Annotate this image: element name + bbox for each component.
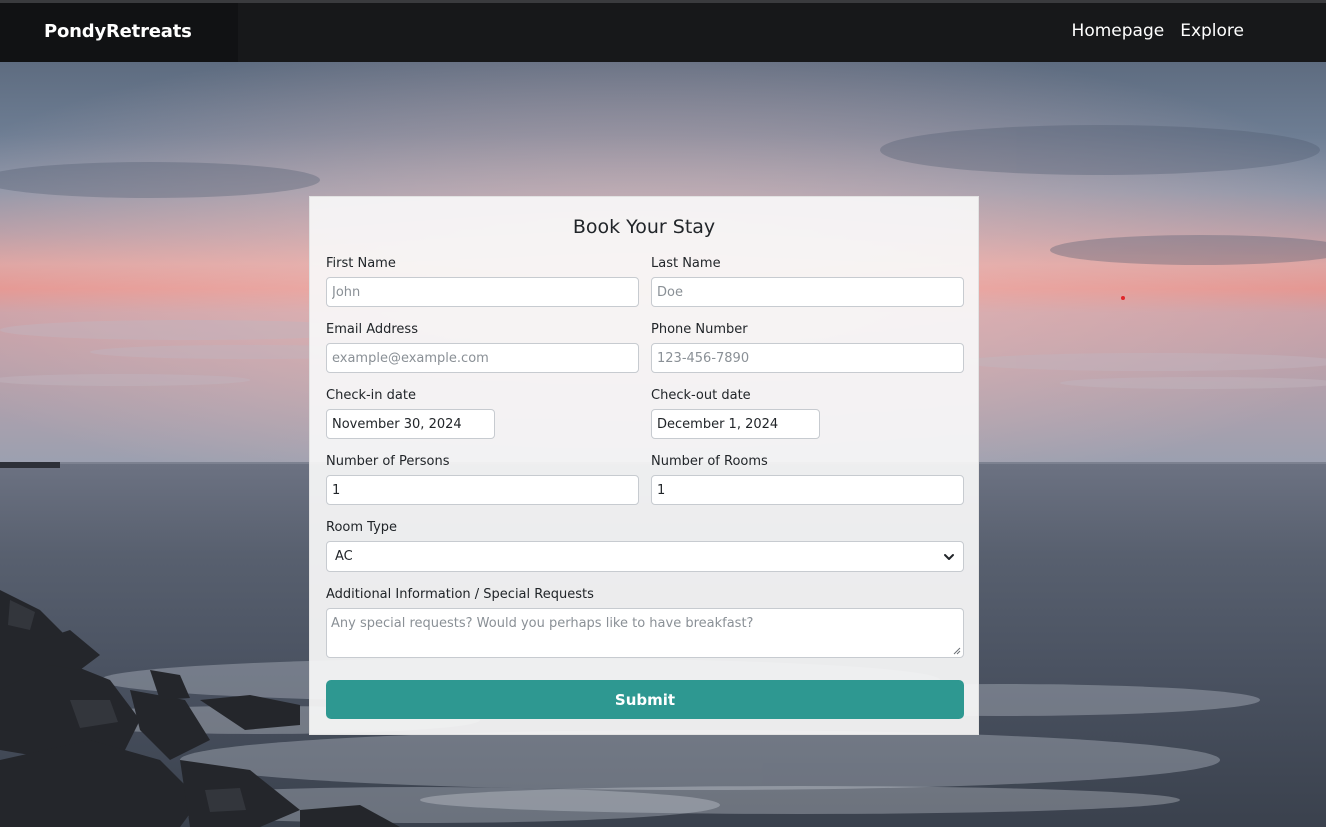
phone-input[interactable] [651, 343, 964, 373]
email-label: Email Address [326, 322, 418, 337]
navbar: PondyRetreats Homepage Explore [0, 3, 1326, 62]
window-top-border [0, 0, 1326, 3]
nav-link-homepage[interactable]: Homepage [1072, 21, 1165, 41]
submit-button[interactable]: Submit [326, 680, 964, 719]
first-name-label: First Name [326, 256, 396, 271]
booking-form: Book Your Stay First Name Last Name Emai… [309, 196, 979, 735]
brand-logo-link[interactable]: PondyRetreats [44, 21, 192, 42]
rooms-input[interactable] [651, 475, 964, 505]
check-out-label: Check-out date [651, 388, 751, 403]
chevron-down-icon [944, 553, 954, 560]
check-out-date-input[interactable] [651, 409, 820, 439]
nav-link-explore[interactable]: Explore [1180, 21, 1244, 41]
rooms-label: Number of Rooms [651, 454, 768, 469]
last-name-input[interactable] [651, 277, 964, 307]
room-type-select[interactable]: AC [326, 541, 964, 572]
form-title: Book Your Stay [572, 216, 716, 238]
cursor-marker [1121, 296, 1125, 300]
last-name-label: Last Name [651, 256, 721, 271]
check-in-date-input[interactable] [326, 409, 495, 439]
persons-input[interactable] [326, 475, 639, 505]
room-type-label: Room Type [326, 520, 398, 535]
nav-links: Homepage Explore [1072, 21, 1244, 41]
resize-grip-icon[interactable] [953, 647, 961, 655]
check-in-label: Check-in date [326, 388, 416, 403]
phone-label: Phone Number [651, 322, 748, 337]
first-name-input[interactable] [326, 277, 639, 307]
additional-info-label: Additional Information / Special Request… [326, 587, 594, 602]
email-input[interactable] [326, 343, 639, 373]
room-type-selected-value: AC [335, 549, 353, 564]
additional-info-textarea[interactable] [326, 608, 964, 658]
persons-label: Number of Persons [326, 454, 450, 469]
